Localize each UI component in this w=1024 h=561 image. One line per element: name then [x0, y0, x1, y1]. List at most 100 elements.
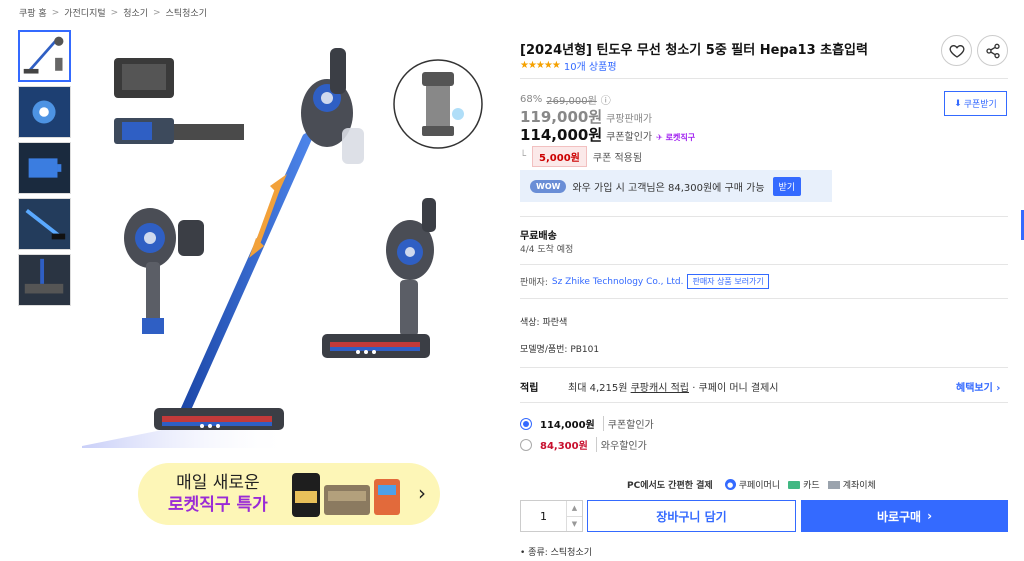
divider	[520, 216, 1008, 217]
model-option: 모델명/품번: PB101	[520, 345, 600, 355]
wow-badge: WOW	[530, 179, 567, 193]
share-button[interactable]	[977, 35, 1008, 66]
vacuum-product-illustration	[82, 48, 483, 448]
wow-membership-box: WOW 와우 가입 시 고객님은 84,300원에 구매 가능 받기	[520, 170, 832, 202]
divider	[520, 78, 1008, 79]
coupon-amount-tag: 5,000원	[532, 146, 587, 167]
card-icon	[788, 480, 801, 489]
radio-unselected-icon[interactable]	[520, 438, 532, 451]
divider	[520, 402, 1008, 403]
seller-products-button[interactable]: 판매자 상품 보러가기	[687, 274, 769, 289]
chevron-right-icon: ›	[927, 509, 933, 523]
promo-products-image	[292, 473, 400, 517]
chevron-down-icon[interactable]: ▼	[567, 517, 582, 532]
quantity-stepper[interactable]: 1 ▲ ▼	[520, 500, 583, 532]
thumbnail-5[interactable]	[18, 254, 71, 306]
points-condition: · 쿠페이 머니 결제시	[692, 383, 779, 394]
wishlist-button[interactable]	[941, 35, 972, 66]
shipping-eta: 4/4 도착 예정	[520, 245, 574, 255]
benefits-link[interactable]: 혜택보기 ›	[956, 379, 1000, 394]
wow-text: 와우 가입 시 고객님은 84,300원에 구매 가능	[572, 182, 765, 194]
divider	[520, 367, 1008, 368]
seller-label: 판매자:	[520, 278, 548, 288]
vacuum-thumbnail-image	[23, 36, 64, 74]
rocket-deal-banner[interactable]: 매일 새로운 로켓직구 특가 ›	[138, 463, 440, 525]
color-option: 색상: 파란색	[520, 318, 568, 328]
payment-title: PC에서도 간편한 결제	[627, 481, 713, 491]
coupon-applied-text: 쿠폰 적용됨	[592, 153, 643, 164]
original-price: 269,000원	[546, 96, 597, 107]
review-count-link[interactable]: 10개 상품평	[564, 58, 617, 73]
battery-thumbnail-image	[19, 143, 70, 193]
download-icon: ⬇	[954, 98, 962, 109]
get-coupon-label: 쿠폰받기	[963, 100, 997, 110]
chevron-up-icon[interactable]: ▲	[567, 501, 582, 517]
heart-icon	[949, 44, 964, 58]
buy-now-label: 바로구매	[876, 509, 922, 524]
bank-transfer-option: 계좌이체	[827, 478, 876, 491]
price-option-coupon[interactable]: 114,000원 쿠폰할인가	[520, 416, 654, 431]
radio-selected-icon[interactable]	[520, 417, 532, 430]
coupay-label: 쿠페이머니	[738, 481, 781, 491]
coupon-price-row: 114,000원 쿠폰할인가 ✈ 로켓직구	[520, 124, 695, 145]
cash-reward-link[interactable]: 쿠팡캐시 적립	[631, 383, 689, 394]
info-icon[interactable]: ⓘ	[601, 92, 611, 107]
buy-now-button[interactable]: 바로구매 ›	[801, 500, 1008, 532]
divider	[520, 264, 1008, 265]
seller-row: 판매자: Sz Zhike Technology Co., Ltd. 판매자 상…	[520, 274, 769, 289]
shipping-title: 무료배송	[520, 231, 557, 242]
points-text: 최대 4,215원 쿠팡캐시 적립 · 쿠페이 머니 결제시	[568, 379, 779, 394]
corner-icon: └	[520, 151, 527, 162]
card-option: 카드	[788, 478, 820, 491]
brush-thumbnail-image	[19, 255, 70, 305]
breadcrumb: 쿠팡 홈 > 가전디지털 > 청소기 > 스틱청소기	[19, 6, 207, 20]
breadcrumb-separator: >	[110, 7, 119, 18]
coupon-price: 114,000원	[520, 126, 603, 144]
thumbnail-2[interactable]	[18, 86, 71, 138]
discount-row: 68% 269,000원 ⓘ	[520, 92, 611, 107]
quantity-arrows: ▲ ▼	[566, 501, 582, 531]
get-coupon-button[interactable]: ⬇ 쿠폰받기	[944, 91, 1007, 116]
price-option-wow[interactable]: 84,300원 와우할인가	[520, 437, 647, 452]
price-option-label: 와우할인가	[595, 437, 647, 452]
card-label: 카드	[803, 481, 820, 491]
coupon-applied-row: └ 5,000원 쿠폰 적용됨	[520, 146, 642, 167]
breadcrumb-item-digital[interactable]: 가전디지털	[64, 6, 105, 19]
points-max: 최대 4,215원	[568, 383, 628, 394]
breadcrumb-item-vacuum[interactable]: 청소기	[123, 6, 148, 19]
breadcrumb-item-stick-vacuum[interactable]: 스틱청소기	[166, 6, 207, 19]
spec-type: 종류: 스틱청소기	[528, 548, 593, 558]
points-label: 적립	[520, 383, 539, 394]
payment-methods: PC에서도 간편한 결제 ● 쿠페이머니 카드 계좌이체	[627, 478, 876, 491]
star-rating-icon: ★★★★★	[520, 60, 561, 71]
spec-item: • 종류: 스틱청소기	[520, 548, 593, 558]
wow-receive-button[interactable]: 받기	[772, 176, 802, 196]
main-product-image	[82, 28, 488, 448]
rocket-direct-badge: ✈ 로켓직구	[656, 132, 695, 143]
price-option-value: 114,000원	[540, 420, 595, 431]
rocket-direct-label: 로켓직구	[665, 133, 696, 142]
quantity-input[interactable]: 1	[521, 501, 566, 531]
bank-label: 계좌이체	[842, 481, 876, 491]
discount-rate: 68%	[520, 94, 543, 105]
promo-line-1: 매일 새로운	[176, 473, 260, 493]
breadcrumb-item-home[interactable]: 쿠팡 홈	[19, 6, 47, 19]
product-rating[interactable]: ★★★★★ 10개 상품평	[520, 58, 617, 73]
price-option-label: 쿠폰할인가	[602, 416, 654, 431]
chevron-right-icon: ›	[418, 481, 426, 505]
product-title: [2024년형] 틴도우 무선 청소기 5중 필터 Hepa13 초흡입력	[520, 43, 868, 58]
add-to-cart-button[interactable]: 장바구니 담기	[587, 500, 796, 532]
coupay-icon: ●	[724, 479, 736, 490]
thumbnail-3[interactable]	[18, 142, 71, 194]
thumbnail-4[interactable]	[18, 198, 71, 250]
thumbnail-list	[18, 30, 71, 306]
seller-name-link[interactable]: Sz Zhike Technology Co., Ltd.	[552, 277, 684, 287]
thumbnail-1[interactable]	[18, 30, 71, 82]
divider	[520, 298, 1008, 299]
breadcrumb-separator: >	[153, 7, 161, 18]
coupon-price-label: 쿠폰할인가	[606, 132, 653, 143]
rocket-icon: ✈	[656, 133, 663, 142]
usage-thumbnail-image	[19, 199, 70, 249]
share-icon	[985, 43, 1000, 58]
promo-line-2: 로켓직구 특가	[168, 495, 268, 515]
